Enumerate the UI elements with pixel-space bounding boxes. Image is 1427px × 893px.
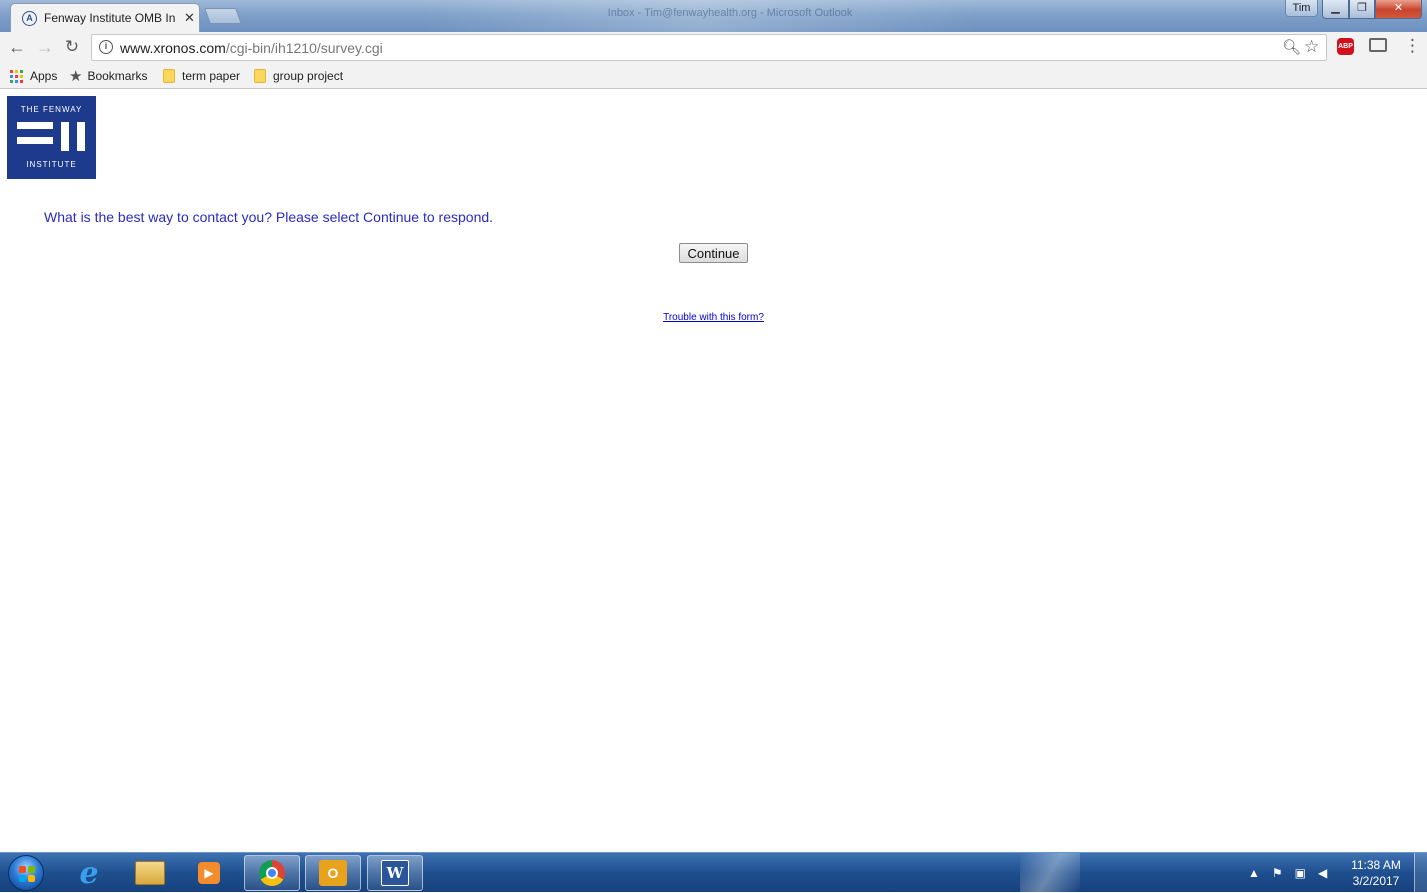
media-player-icon: ▶: [198, 862, 220, 884]
adblock-plus-icon[interactable]: ABP: [1337, 38, 1354, 55]
network-icon[interactable]: ▣: [1295, 866, 1306, 880]
cast-icon[interactable]: [1369, 38, 1387, 52]
profile-button[interactable]: Tim: [1285, 0, 1318, 17]
bookmark-term-paper[interactable]: term paper: [163, 67, 240, 85]
maximize-button[interactable]: ❐: [1349, 0, 1375, 19]
start-button[interactable]: [8, 855, 44, 891]
word-icon: W: [381, 860, 409, 886]
folder-icon: [163, 69, 175, 83]
bookmark-apps[interactable]: Apps: [10, 67, 57, 85]
browser-toolbar: ← → ↻ i www.xronos.com/cgi-bin/ih1210/su…: [0, 32, 1427, 62]
survey-question: What is the best way to contact you? Ple…: [44, 209, 494, 225]
outlook-icon: O: [319, 860, 347, 886]
close-window-button[interactable]: ✕: [1375, 0, 1422, 19]
apps-grid-icon: [10, 69, 23, 83]
bookmark-bookmarks[interactable]: ★ Bookmarks: [69, 67, 147, 85]
folder-icon: [254, 69, 266, 83]
continue-button[interactable]: Continue: [679, 243, 748, 263]
clock-time: 11:38 AM: [1351, 858, 1401, 872]
bookmark-label: term paper: [182, 69, 241, 83]
new-tab-button[interactable]: [204, 8, 242, 24]
windows-taskbar: e ▶ O W: [0, 852, 1427, 893]
bookmarks-bar: Apps ★ Bookmarks term paper group projec…: [0, 62, 1427, 89]
system-clock[interactable]: 11:38 AM 3/2/2017: [1345, 857, 1407, 889]
fenway-favicon-icon: A: [22, 10, 37, 26]
show-hidden-icons-icon[interactable]: ▲: [1248, 866, 1260, 880]
logo-bar: [61, 122, 69, 151]
bookmark-star-icon[interactable]: ☆: [1304, 37, 1319, 57]
logo-bar: [17, 137, 53, 144]
system-tray: ▲ ⚑ ▣ ◀: [1248, 858, 1327, 888]
logo-text-bottom: INSTITUTE: [26, 160, 77, 169]
url-path: /cgi-bin/ih1210/survey.cgi: [225, 40, 383, 56]
reload-icon[interactable]: ↻: [62, 37, 82, 57]
clock-date: 3/2/2017: [1352, 874, 1400, 888]
fenway-institute-logo: THE FENWAY INSTITUTE: [7, 96, 96, 179]
logo-text-top: THE FENWAY: [20, 105, 83, 114]
tab-close-icon[interactable]: ✕: [184, 10, 195, 26]
tab-title: Fenway Institute OMB In: [44, 11, 176, 25]
back-arrow-icon[interactable]: ←: [7, 37, 27, 57]
logo-bar: [77, 122, 85, 151]
window-title: Inbox - Tim@fenwayhealth.org - Microsoft…: [607, 7, 853, 19]
taskbar-media-player[interactable]: ▶: [181, 855, 237, 891]
url-host: www.xronos.com: [120, 40, 226, 56]
show-desktop-button[interactable]: [1414, 853, 1427, 892]
trouble-with-form-link[interactable]: Trouble with this form?: [0, 312, 1427, 323]
address-bar[interactable]: i www.xronos.com/cgi-bin/ih1210/survey.c…: [91, 34, 1327, 61]
logo-bar: [17, 122, 53, 129]
windows-logo-icon: [19, 866, 35, 882]
volume-icon[interactable]: ◀: [1318, 866, 1327, 880]
internet-explorer-icon: e: [79, 855, 99, 891]
taskbar-word[interactable]: W: [367, 855, 423, 891]
taskbar-google-chrome[interactable]: [244, 855, 300, 891]
chrome-icon: [259, 860, 285, 886]
star-icon: ★: [69, 68, 83, 85]
taskbar-windows-explorer[interactable]: [122, 855, 178, 891]
browser-title-bar: Inbox - Tim@fenwayhealth.org - Microsoft…: [0, 0, 1427, 32]
bookmark-label: Apps: [30, 69, 58, 83]
taskbar-glare: [1020, 853, 1080, 893]
bookmark-label: group project: [273, 69, 344, 83]
url-text[interactable]: www.xronos.com/cgi-bin/ih1210/survey.cgi: [120, 40, 383, 56]
zoom-icon[interactable]: 🔍︎: [1282, 38, 1301, 56]
forward-arrow-icon[interactable]: →: [35, 37, 55, 57]
site-info-icon[interactable]: i: [99, 40, 113, 54]
browser-menu-icon[interactable]: ⋮: [1404, 36, 1421, 56]
minimize-button[interactable]: ▁: [1322, 0, 1349, 19]
bookmark-label: Bookmarks: [87, 69, 148, 83]
taskbar-internet-explorer[interactable]: e: [61, 855, 117, 891]
browser-tab-active[interactable]: A Fenway Institute OMB In ✕: [10, 3, 200, 32]
bookmark-group-project[interactable]: group project: [254, 67, 343, 85]
taskbar-outlook[interactable]: O: [305, 855, 361, 891]
action-center-flag-icon[interactable]: ⚑: [1272, 866, 1283, 880]
folder-explorer-icon: [135, 861, 165, 885]
